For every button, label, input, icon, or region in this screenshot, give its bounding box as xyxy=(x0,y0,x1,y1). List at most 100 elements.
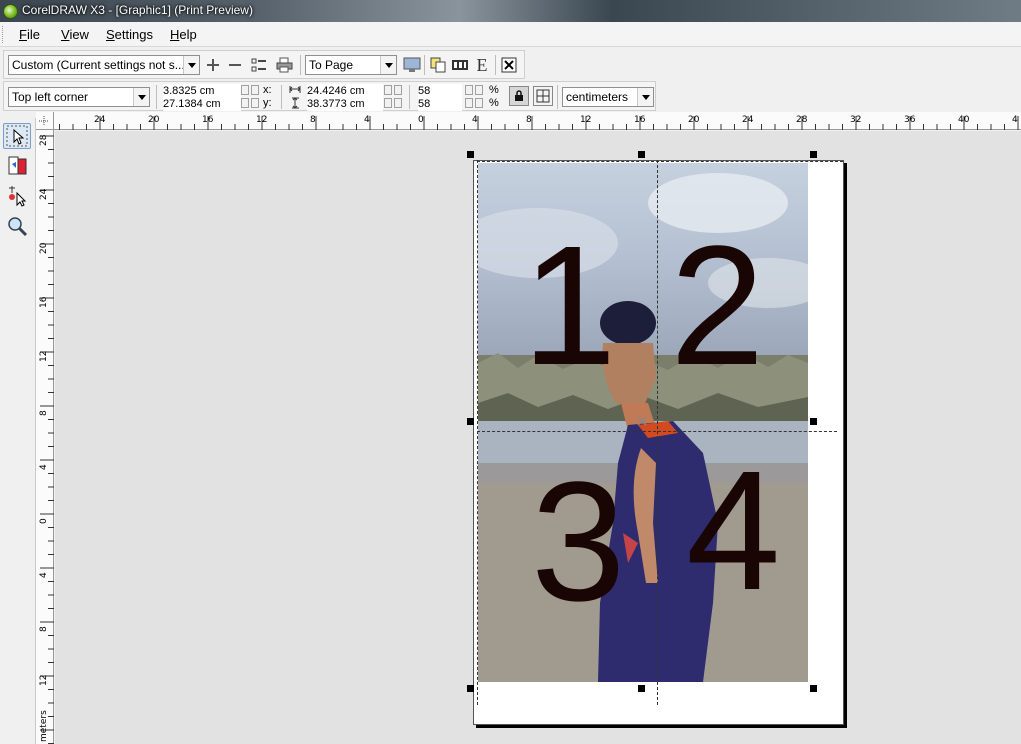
tile-number-1: 1 xyxy=(522,211,617,401)
pick-tool-button[interactable] xyxy=(3,123,31,149)
add-print-style-button[interactable] xyxy=(203,55,223,75)
ruler-label: 32 xyxy=(850,115,861,125)
toolbar-separator xyxy=(424,55,425,75)
pick-tool-icon xyxy=(6,125,28,147)
ruler-label: 12 xyxy=(580,115,591,125)
film-strip-icon xyxy=(452,60,468,70)
selection-handle-right[interactable] xyxy=(810,418,817,425)
ruler-label: 12 xyxy=(39,351,49,362)
height-spinner-up[interactable] xyxy=(394,98,402,108)
zoom-tool-button[interactable] xyxy=(3,213,31,239)
lock-proportions-button[interactable] xyxy=(509,86,529,106)
toolbox xyxy=(0,118,36,744)
color-separations-icon xyxy=(430,57,446,73)
scale-x-field[interactable]: 58 xyxy=(418,84,462,98)
scale-x-spinner-up[interactable] xyxy=(475,85,483,95)
imposition-layout-tool-button[interactable] xyxy=(3,153,31,179)
units-value: centimeters xyxy=(566,90,629,104)
print-preview-toolbar: Custom (Current settings not s... To Pag… xyxy=(3,50,525,79)
invert-button[interactable] xyxy=(450,55,470,75)
property-bar: Top left corner 3.8325 cm 27.1384 cm x: … xyxy=(3,81,656,111)
width-spinner-up[interactable] xyxy=(394,85,402,95)
chevron-down-icon[interactable] xyxy=(183,56,199,74)
zoom-tool-icon xyxy=(8,217,28,237)
print-options-button[interactable] xyxy=(249,55,269,75)
vertical-ruler[interactable]: 28 24 20 16 12 8 4 0 4 8 12 meters xyxy=(36,130,54,744)
full-screen-button[interactable] xyxy=(402,55,422,75)
selection-handle-top-left[interactable] xyxy=(467,151,474,158)
y-spinner[interactable] xyxy=(241,98,249,108)
selection-handle-bottom[interactable] xyxy=(638,685,645,692)
ruler-label: 8 xyxy=(310,115,316,125)
toolbar-separator xyxy=(557,85,558,109)
toolbar-separator xyxy=(156,85,157,109)
selection-handle-bottom-left[interactable] xyxy=(467,685,474,692)
ruler-label: 16 xyxy=(634,115,646,125)
chevron-down-icon[interactable] xyxy=(380,56,396,74)
mirror-button[interactable]: E xyxy=(472,55,492,75)
units-combo[interactable]: centimeters xyxy=(562,87,654,107)
selection-handle-top[interactable] xyxy=(638,151,645,158)
color-separations-button[interactable] xyxy=(428,55,448,75)
minus-icon xyxy=(229,64,241,66)
tile-guide-middle xyxy=(477,431,837,432)
zoom-fit-value: To Page xyxy=(309,58,354,72)
print-button[interactable] xyxy=(275,55,295,75)
print-style-value: Custom (Current settings not s... xyxy=(12,58,185,72)
ruler-origin[interactable] xyxy=(36,112,54,130)
height-field[interactable]: 38.3773 cm xyxy=(307,97,383,111)
x-spinner-up[interactable] xyxy=(251,85,259,95)
ruler-label: 20 xyxy=(148,115,160,125)
ruler-label: 4 xyxy=(39,572,49,578)
monitor-icon xyxy=(403,57,421,72)
width-spinner[interactable] xyxy=(384,85,392,95)
scale-y-field[interactable]: 58 xyxy=(418,97,462,111)
toolbar-separator xyxy=(495,55,496,75)
menu-view[interactable]: View xyxy=(61,27,89,42)
close-print-preview-button[interactable] xyxy=(499,55,519,75)
ruler-label: 20 xyxy=(39,242,49,254)
tile-button[interactable] xyxy=(533,86,553,106)
preview-canvas[interactable]: 1 2 3 4 xyxy=(55,131,1021,744)
list-options-icon xyxy=(251,58,266,72)
height-spinner[interactable] xyxy=(384,98,392,108)
ruler-label: 20 xyxy=(688,115,700,125)
width-field[interactable]: 24.4246 cm xyxy=(307,84,383,98)
scale-y-spinner[interactable] xyxy=(465,98,473,108)
ruler-label: 4 xyxy=(364,115,370,125)
printer-icon xyxy=(276,57,293,73)
window-title: CorelDRAW X3 - [Graphic1] (Print Preview… xyxy=(22,3,253,17)
x-spinner[interactable] xyxy=(241,85,249,95)
y-position-field[interactable]: 27.1384 cm xyxy=(163,97,241,111)
percent-label-y: % xyxy=(489,97,499,109)
selection-handle-left[interactable] xyxy=(467,418,474,425)
selection-handle-top-right[interactable] xyxy=(810,151,817,158)
position-combo[interactable]: Top left corner xyxy=(8,87,150,107)
selection-handle-bottom-right[interactable] xyxy=(810,685,817,692)
horizontal-ruler[interactable]: 24 20 16 12 8 4 0 4 8 12 16 20 24 28 32 36 40 4 xyxy=(54,112,1021,130)
scale-y-spinner-up[interactable] xyxy=(475,98,483,108)
menu-file[interactable]: File xyxy=(19,27,40,42)
center-mark-icon xyxy=(637,416,647,426)
zoom-fit-combo[interactable]: To Page xyxy=(305,55,397,75)
ruler-label: 12 xyxy=(39,675,49,686)
delete-print-style-button[interactable] xyxy=(225,55,245,75)
ruler-label: 8 xyxy=(526,115,532,125)
ruler-label: 16 xyxy=(39,296,49,308)
menu-settings[interactable]: Settings xyxy=(106,27,153,42)
ruler-label: 8 xyxy=(39,626,49,632)
tile-guide-left xyxy=(477,160,478,705)
y-label: y: xyxy=(263,97,272,109)
scale-x-spinner[interactable] xyxy=(465,85,473,95)
print-style-combo[interactable]: Custom (Current settings not s... xyxy=(8,55,200,75)
ruler-label: 16 xyxy=(202,115,214,125)
chevron-down-icon[interactable] xyxy=(133,88,149,106)
chevron-down-icon[interactable] xyxy=(637,88,653,106)
marks-placement-tool-button[interactable] xyxy=(3,183,31,209)
ruler-label: 4 xyxy=(472,115,478,125)
toolbar-separator xyxy=(281,85,282,109)
ruler-label: 28 xyxy=(39,134,49,146)
menu-help[interactable]: Help xyxy=(170,27,197,42)
x-position-field[interactable]: 3.8325 cm xyxy=(163,84,241,98)
y-spinner-up[interactable] xyxy=(251,98,259,108)
